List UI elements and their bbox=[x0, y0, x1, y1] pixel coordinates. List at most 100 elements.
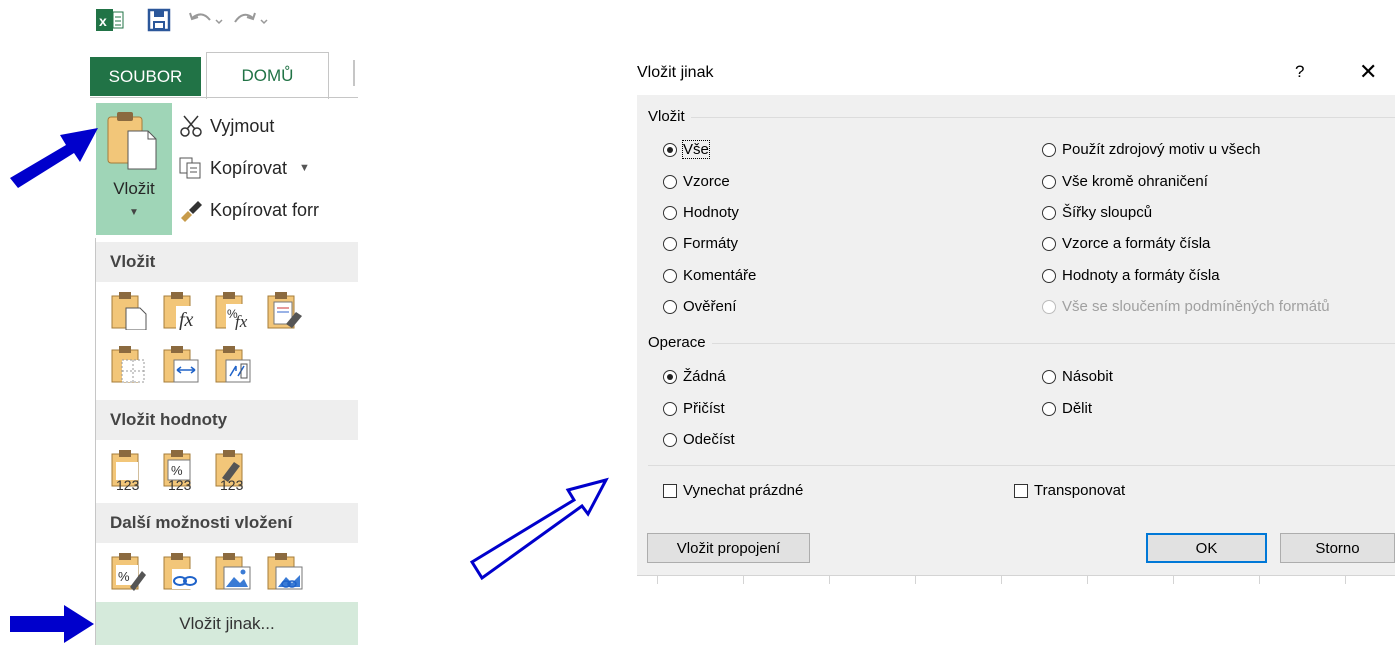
paste-keep-column-widths-icon[interactable] bbox=[162, 344, 200, 384]
copy-icon bbox=[179, 157, 201, 179]
chevron-down-icon[interactable]: ▼ bbox=[299, 162, 310, 174]
values-123-text-2: 123 bbox=[168, 477, 192, 492]
scissors-icon bbox=[180, 115, 202, 137]
checkbox-skip-blanks[interactable]: Vynechat prázdné bbox=[663, 482, 803, 499]
tab-home[interactable]: DOMŮ bbox=[206, 52, 329, 99]
radio-paste-values-number-formats[interactable]: Hodnoty a formáty čísla bbox=[1042, 267, 1220, 284]
radio-label: Přičíst bbox=[683, 400, 725, 417]
excel-logo-icon: x bbox=[96, 8, 124, 37]
paste-icons-row-2 bbox=[110, 344, 252, 384]
cancel-button[interactable]: Storno bbox=[1280, 533, 1395, 563]
radio-label: Ověření bbox=[683, 298, 737, 315]
paste-values-icon[interactable]: 123 bbox=[110, 448, 148, 492]
operation-group-label: Operace bbox=[648, 334, 706, 351]
radio-paste-formats[interactable]: Formáty bbox=[663, 235, 738, 252]
save-icon[interactable] bbox=[147, 8, 171, 37]
svg-text:%: % bbox=[118, 569, 130, 584]
pointer-arrow-icon bbox=[10, 605, 94, 643]
radio-dot bbox=[663, 432, 677, 447]
radio-paste-source-theme[interactable]: Použít zdrojový motiv u všech bbox=[1042, 141, 1260, 158]
svg-text:x: x bbox=[99, 13, 107, 29]
paste-special-dialog: Vložit jinak ? ✕ Vložit Vše Vzorce Hodno… bbox=[637, 55, 1395, 583]
paste-picture-icon[interactable] bbox=[214, 551, 252, 591]
paste-linked-picture-icon[interactable] bbox=[266, 551, 304, 591]
svg-text:%: % bbox=[171, 463, 183, 478]
checkbox-label: Transponovat bbox=[1034, 482, 1126, 499]
cut-label: Vyjmout bbox=[210, 115, 275, 136]
copy-label: Kopírovat bbox=[210, 157, 288, 178]
outline-arrow-icon bbox=[469, 477, 609, 581]
paste-values-number-format-icon[interactable]: %123 bbox=[162, 448, 200, 492]
values-123-text-3: 123 bbox=[220, 477, 244, 492]
radio-label: Komentáře bbox=[683, 267, 757, 284]
svg-text:fx: fx bbox=[235, 312, 248, 330]
format-painter-icon bbox=[181, 201, 202, 222]
sheet-grid-strip bbox=[637, 575, 1395, 584]
checkbox-transpose[interactable]: Transponovat bbox=[1014, 482, 1125, 499]
radio-label: Dělit bbox=[1062, 400, 1093, 417]
copy-button[interactable]: Kopírovat ▼ bbox=[178, 156, 310, 180]
radio-dot bbox=[1042, 268, 1056, 283]
paste-button[interactable]: Vložit ▼ bbox=[96, 103, 172, 235]
paste-link-button[interactable]: Vložit propojení bbox=[647, 533, 810, 563]
paste-values-source-format-icon[interactable]: 123 bbox=[214, 448, 252, 492]
radio-operation-multiply[interactable]: Násobit bbox=[1042, 368, 1113, 385]
radio-dot bbox=[1042, 205, 1056, 220]
radio-label: Hodnoty bbox=[683, 204, 739, 221]
radio-paste-column-widths[interactable]: Šířky sloupců bbox=[1042, 204, 1152, 221]
checkbox-label: Vynechat prázdné bbox=[683, 482, 804, 499]
radio-label: Vše se sloučením podmíněných formátů bbox=[1062, 298, 1330, 315]
paste-formatting-icon[interactable]: % bbox=[110, 551, 148, 591]
radio-operation-subtract[interactable]: Odečíst bbox=[663, 431, 735, 448]
close-icon[interactable]: ✕ bbox=[1359, 59, 1377, 85]
radio-paste-formulas[interactable]: Vzorce bbox=[663, 173, 730, 190]
radio-label: Použít zdrojový motiv u všech bbox=[1062, 141, 1261, 158]
radio-paste-validation[interactable]: Ověření bbox=[663, 298, 736, 315]
radio-operation-add[interactable]: Přičíst bbox=[663, 400, 725, 417]
radio-operation-none[interactable]: Žádná bbox=[663, 368, 726, 385]
paste-transpose-icon[interactable] bbox=[214, 344, 252, 384]
radio-label: Vzorce bbox=[683, 173, 730, 190]
radio-operation-divide[interactable]: Dělit bbox=[1042, 400, 1092, 417]
radio-label: Formáty bbox=[683, 235, 739, 252]
ribbon-border bbox=[90, 97, 358, 98]
undo-icon[interactable] bbox=[186, 8, 226, 37]
radio-paste-all[interactable]: Vše bbox=[663, 140, 710, 159]
checkbox-box bbox=[663, 483, 677, 498]
radio-paste-comments[interactable]: Komentáře bbox=[663, 267, 756, 284]
radio-dot bbox=[1042, 174, 1056, 189]
other-paste-icons-row: % bbox=[110, 551, 304, 591]
paste-icon[interactable] bbox=[110, 290, 148, 330]
format-painter-button[interactable]: Kopírovat forr bbox=[178, 198, 319, 222]
radio-dot bbox=[1042, 236, 1056, 251]
paste-formulas-number-format-icon[interactable]: %fx bbox=[214, 290, 252, 330]
paste-link-icon[interactable] bbox=[162, 551, 200, 591]
radio-dot bbox=[663, 174, 677, 189]
paste-no-borders-icon[interactable] bbox=[110, 344, 148, 384]
redo-icon[interactable] bbox=[231, 8, 271, 37]
chevron-down-icon: ▼ bbox=[129, 207, 139, 218]
radio-paste-all-except-borders[interactable]: Vše kromě ohraničení bbox=[1042, 173, 1208, 190]
radio-label: Vše kromě ohraničení bbox=[1062, 173, 1208, 190]
svg-text:fx: fx bbox=[179, 309, 194, 330]
format-painter-label: Kopírovat forr bbox=[210, 199, 320, 220]
tab-file[interactable]: SOUBOR bbox=[90, 57, 201, 96]
radio-dot bbox=[663, 142, 677, 157]
radio-label: Žádná bbox=[683, 368, 726, 385]
radio-paste-values[interactable]: Hodnoty bbox=[663, 204, 739, 221]
cut-button[interactable]: Vyjmout bbox=[178, 114, 274, 138]
ok-button[interactable]: OK bbox=[1146, 533, 1267, 563]
menu-section-other-paste-options: Další možnosti vložení bbox=[96, 503, 358, 543]
paste-options-menu: Vložit fx % fx Vložit hodnoty 123 % 123 12… bbox=[95, 238, 358, 645]
radio-label: Hodnoty a formáty čísla bbox=[1062, 267, 1220, 284]
paste-special-menu-item[interactable]: Vložit jinak... bbox=[96, 602, 358, 645]
help-button[interactable]: ? bbox=[1295, 62, 1304, 82]
radio-label: Odečíst bbox=[683, 431, 735, 448]
paste-icons-row-1: fx % fx bbox=[110, 290, 304, 330]
radio-paste-merge-conditional-formats: Vše se sloučením podmíněných formátů bbox=[1042, 298, 1330, 315]
paste-keep-source-format-icon[interactable] bbox=[266, 290, 304, 330]
radio-paste-formulas-number-formats[interactable]: Vzorce a formáty čísla bbox=[1042, 235, 1210, 252]
paste-group-label: Vložit bbox=[648, 108, 685, 125]
paste-formulas-icon[interactable]: fx bbox=[162, 290, 200, 330]
pointer-arrow-icon bbox=[10, 128, 98, 188]
